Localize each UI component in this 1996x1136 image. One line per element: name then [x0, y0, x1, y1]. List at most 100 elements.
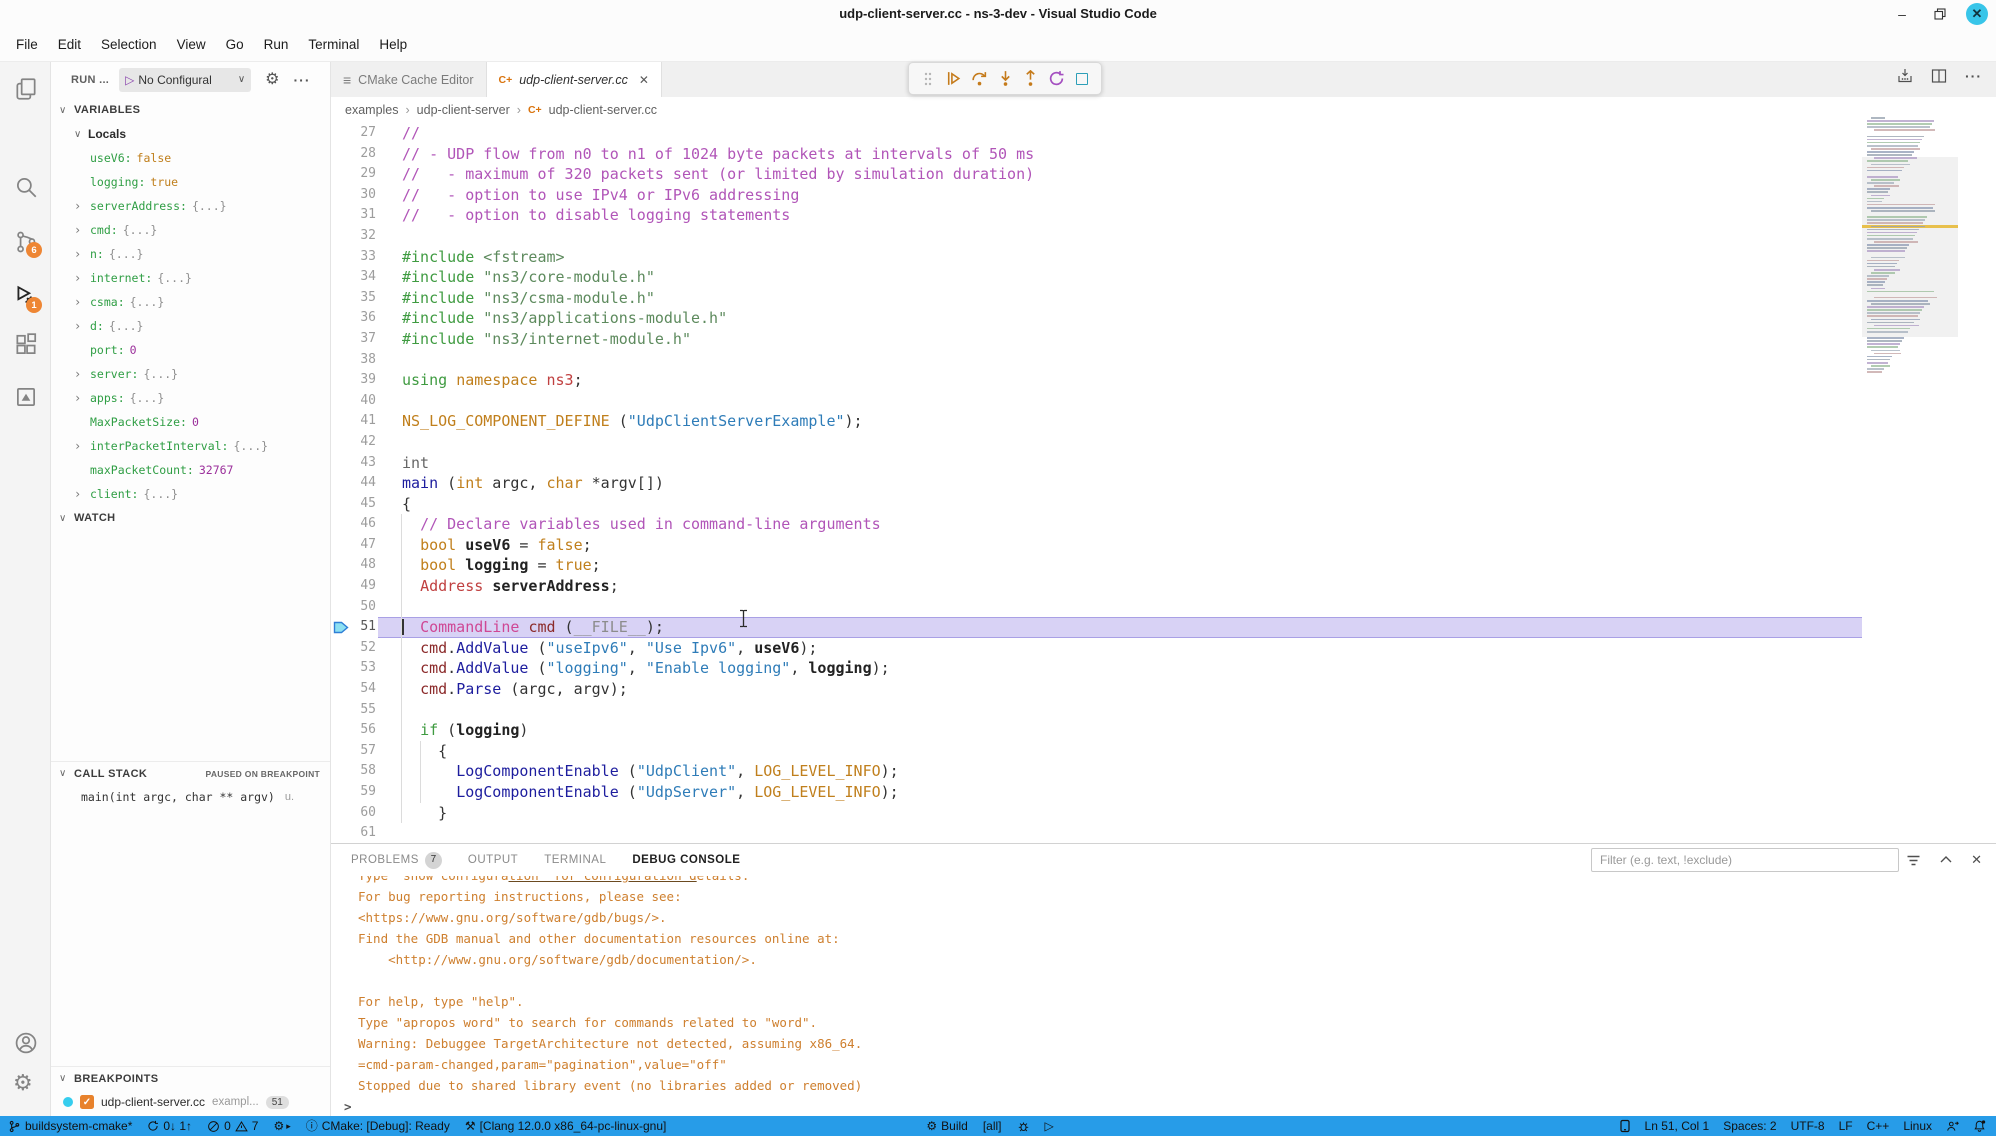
line-number[interactable]: 29 — [331, 164, 376, 185]
chevron-up-icon[interactable] — [1939, 853, 1953, 867]
encoding-item[interactable]: UTF-8 — [1791, 1119, 1825, 1133]
scope-locals[interactable]: ∨ Locals — [51, 122, 330, 146]
problems-item[interactable]: 0 7 — [207, 1119, 258, 1133]
feedback-icon[interactable] — [1946, 1120, 1959, 1133]
settings-gear-icon[interactable]: ⚙ — [13, 1072, 39, 1098]
line-number[interactable]: 60 — [331, 803, 376, 824]
continue-icon[interactable] — [943, 68, 965, 90]
cmake-launch-debug-icon[interactable]: ⚙▸ — [273, 1120, 290, 1132]
panel-tab-problems[interactable]: PROBLEMS7 — [351, 844, 442, 876]
menu-edit[interactable]: Edit — [48, 28, 91, 62]
launch-config-dropdown[interactable]: ▷ No Configural ∨ — [119, 68, 251, 92]
call-stack-section-header[interactable]: ∨ CALL STACK PAUSED ON BREAKPOINT — [51, 761, 330, 785]
line-number[interactable]: 39 — [331, 370, 376, 391]
line-number[interactable]: 32 — [331, 226, 376, 247]
line-number[interactable]: 57 — [331, 741, 376, 762]
line-number[interactable]: 48 — [331, 555, 376, 576]
panel-tab-output[interactable]: OUTPUT — [468, 844, 518, 876]
remote-device-icon[interactable] — [1619, 1119, 1631, 1133]
os-item[interactable]: Linux — [1903, 1119, 1932, 1133]
line-number[interactable]: 43 — [331, 453, 376, 474]
step-over-icon[interactable] — [968, 68, 990, 90]
breadcrumb-udp-client-server[interactable]: udp-client-server — [417, 103, 510, 117]
breadcrumb-file[interactable]: udp-client-server.cc — [549, 103, 657, 117]
line-number[interactable]: 49 — [331, 576, 376, 597]
search-icon[interactable] — [13, 174, 39, 200]
variable-row-maxPacketCount[interactable]: maxPacketCount:32767 — [51, 458, 330, 482]
git-sync-item[interactable]: 0↓ 1↑ — [147, 1119, 192, 1133]
breakpoint-checkbox[interactable]: ✓ — [80, 1095, 94, 1109]
stack-frame-main[interactable]: main(int argc, char ** argv) u. — [51, 785, 330, 809]
variable-row-apps[interactable]: ›apps:{...} — [51, 386, 330, 410]
split-editor-icon[interactable] — [1931, 68, 1947, 84]
line-number[interactable]: 56 — [331, 720, 376, 741]
notifications-bell-icon[interactable] — [1973, 1119, 1986, 1133]
variable-row-logging[interactable]: logging:true — [51, 170, 330, 194]
code-editor[interactable]: 27//28// - UDP flow from n0 to n1 of 102… — [331, 123, 1862, 843]
cmake-status-item[interactable]: ⓘ CMake: [Debug]: Ready — [306, 1119, 450, 1133]
console-filter-input[interactable] — [1591, 848, 1899, 872]
start-debug-icon[interactable]: ▷ — [125, 73, 134, 87]
variable-row-MaxPacketSize[interactable]: MaxPacketSize:0 — [51, 410, 330, 434]
git-branch-item[interactable]: buildsystem-cmake* — [8, 1119, 132, 1133]
minimap[interactable] — [1862, 117, 1958, 407]
variable-row-internet[interactable]: ›internet:{...} — [51, 266, 330, 290]
cmake-debug-target-icon[interactable] — [1017, 1120, 1030, 1133]
variable-row-n[interactable]: ›n:{...} — [51, 242, 330, 266]
line-number[interactable]: 58 — [331, 761, 376, 782]
line-number[interactable]: 31 — [331, 205, 376, 226]
line-number[interactable]: 34 — [331, 267, 376, 288]
line-number[interactable]: 44 — [331, 473, 376, 494]
panel-tab-terminal[interactable]: TERMINAL — [544, 844, 606, 876]
variable-row-serverAddress[interactable]: ›serverAddress:{...} — [51, 194, 330, 218]
line-number[interactable]: 40 — [331, 391, 376, 412]
variable-row-d[interactable]: ›d:{...} — [51, 314, 330, 338]
menu-run[interactable]: Run — [254, 28, 299, 62]
stop-icon[interactable] — [1071, 68, 1093, 90]
line-number[interactable]: 38 — [331, 350, 376, 371]
step-out-icon[interactable] — [1020, 68, 1042, 90]
line-number[interactable]: 28 — [331, 144, 376, 165]
step-into-icon[interactable] — [994, 68, 1016, 90]
language-mode-item[interactable]: C++ — [1867, 1119, 1890, 1133]
indentation-item[interactable]: Spaces: 2 — [1723, 1119, 1776, 1133]
variable-row-port[interactable]: port:0 — [51, 338, 330, 362]
line-number[interactable]: 37 — [331, 329, 376, 350]
variable-row-csma[interactable]: ›csma:{...} — [51, 290, 330, 314]
filter-lines-icon[interactable] — [1906, 853, 1921, 868]
console-prompt[interactable]: > — [331, 1096, 1988, 1116]
line-number[interactable]: 53 — [331, 658, 376, 679]
variable-row-client[interactable]: ›client:{...} — [51, 482, 330, 506]
watch-section-header[interactable]: ∨ WATCH — [51, 506, 330, 530]
restore-icon[interactable] — [1928, 2, 1952, 26]
menu-terminal[interactable]: Terminal — [298, 28, 369, 62]
eol-item[interactable]: LF — [1839, 1119, 1853, 1133]
debug-more-actions[interactable]: ··· — [294, 72, 311, 88]
line-number[interactable]: 42 — [331, 432, 376, 453]
breadcrumb-examples[interactable]: examples — [345, 103, 399, 117]
line-number[interactable]: 61 — [331, 823, 376, 843]
panel-tab-debug-console[interactable]: DEBUG CONSOLE — [632, 844, 740, 876]
line-number[interactable]: 54 — [331, 679, 376, 700]
cmake-panel-icon[interactable] — [13, 384, 39, 410]
close-icon[interactable]: ✕ — [1966, 3, 1988, 25]
line-number[interactable]: 33 — [331, 247, 376, 268]
breakpoint-item[interactable]: ✓ udp-client-server.cc exampl... 51 — [51, 1090, 330, 1114]
line-number[interactable]: 50 — [331, 597, 376, 618]
variable-row-useV6[interactable]: useV6:false — [51, 146, 330, 170]
editor-more-actions[interactable]: ··· — [1965, 68, 1982, 84]
variable-row-server[interactable]: ›server:{...} — [51, 362, 330, 386]
drag-handle-icon[interactable] — [917, 68, 939, 90]
account-icon[interactable] — [13, 1030, 39, 1056]
tab-close-icon[interactable]: ✕ — [639, 73, 649, 87]
line-number[interactable]: 41 — [331, 411, 376, 432]
tab-cmake-cache-editor[interactable]: ≡ CMake Cache Editor — [331, 62, 487, 97]
line-number[interactable]: 35 — [331, 288, 376, 309]
line-number[interactable]: 59 — [331, 782, 376, 803]
minimize-icon[interactable]: – — [1890, 2, 1914, 26]
debug-settings-gear-icon[interactable]: ⚙ — [265, 72, 279, 88]
line-number[interactable]: 45 — [331, 494, 376, 515]
variable-row-cmd[interactable]: ›cmd:{...} — [51, 218, 330, 242]
line-number[interactable]: 30 — [331, 185, 376, 206]
menu-help[interactable]: Help — [369, 28, 417, 62]
